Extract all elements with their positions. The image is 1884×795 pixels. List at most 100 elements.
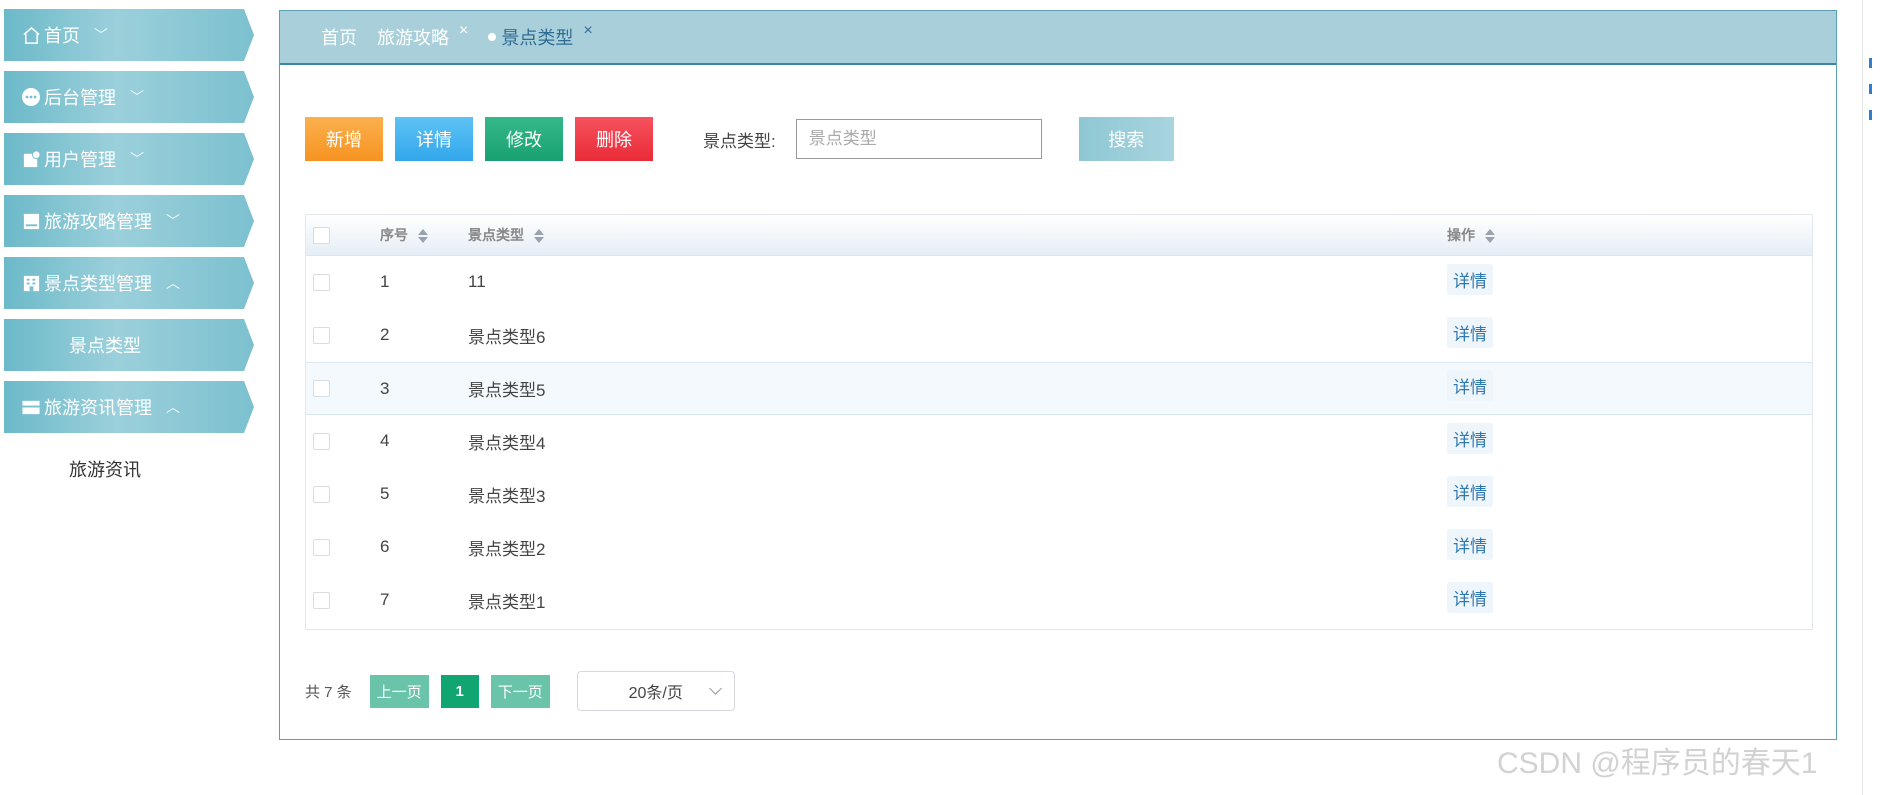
chevron-down-icon <box>708 682 722 695</box>
edge-mark-icon <box>1869 84 1877 94</box>
active-dot-icon <box>488 33 497 41</box>
cell-type: 景点类型3 <box>468 486 546 506</box>
tab-label: 旅游攻略 <box>377 28 449 48</box>
column-header-index[interactable]: 序号 <box>380 225 468 245</box>
sidebar-subitem-travel-news[interactable]: 旅游资讯 <box>4 443 254 495</box>
monitor-icon <box>20 210 42 232</box>
right-edge-panel <box>1862 0 1884 795</box>
column-header-action[interactable]: 操作 <box>1447 225 1812 245</box>
table-row[interactable]: 7 景点类型1 详情 <box>306 574 1812 627</box>
row-detail-button[interactable]: 详情 <box>1447 422 1493 454</box>
table-row[interactable]: 1 11 详情 <box>306 256 1812 309</box>
tab-label: 首页 <box>321 28 357 48</box>
table-row[interactable]: 3 景点类型5 详情 <box>306 362 1812 415</box>
tab-scenic-type[interactable]: 景点类型 × <box>488 22 593 50</box>
row-checkbox[interactable] <box>313 538 330 556</box>
row-detail-button[interactable]: 详情 <box>1447 581 1493 613</box>
sidebar-item-users[interactable]: 用户管理 ﹀ <box>4 133 254 185</box>
sidebar-item-admin[interactable]: 后台管理 ﹀ <box>4 71 254 123</box>
main-panel: 首页 旅游攻略 × 景点类型 × 新增 详情 修改 删除 景点类型: 搜索 序号… <box>279 10 1837 740</box>
select-all-checkbox[interactable] <box>313 226 330 244</box>
sidebar-item-label: 旅游资讯管理 <box>44 398 152 418</box>
row-checkbox[interactable] <box>313 326 330 344</box>
row-checkbox[interactable] <box>313 432 330 450</box>
sort-icon[interactable] <box>533 229 544 244</box>
chevron-up-icon: ︿ <box>166 399 180 415</box>
cell-type: 景点类型2 <box>468 539 546 559</box>
table-header: 序号 景点类型 操作 <box>306 215 1812 256</box>
tab-travel-guide[interactable]: 旅游攻略 × <box>377 22 468 50</box>
data-table: 序号 景点类型 操作 1 11 详情 2 景点类型6 详情 3 景点类型5 详情… <box>305 214 1813 630</box>
edge-mark-icon <box>1869 110 1877 120</box>
cell-type: 11 <box>468 272 486 291</box>
table-row[interactable]: 4 景点类型4 详情 <box>306 415 1812 468</box>
delete-button[interactable]: 删除 <box>575 117 653 161</box>
search-button[interactable]: 搜索 <box>1078 117 1174 161</box>
building-icon <box>20 272 42 294</box>
column-header-type[interactable]: 景点类型 <box>468 225 1447 245</box>
cell-type: 景点类型6 <box>468 327 546 347</box>
table-row[interactable]: 5 景点类型3 详情 <box>306 468 1812 521</box>
cell-index: 5 <box>380 484 390 503</box>
row-detail-button[interactable]: 详情 <box>1447 528 1493 560</box>
cell-index: 1 <box>380 272 390 291</box>
chevron-up-icon: ︿ <box>166 275 180 291</box>
chevron-down-icon: ﹀ <box>166 213 180 229</box>
cell-index: 2 <box>380 325 390 344</box>
row-detail-button[interactable]: 详情 <box>1447 370 1493 401</box>
more-icon <box>20 86 42 108</box>
home-icon <box>20 24 42 46</box>
tab-bar: 首页 旅游攻略 × 景点类型 × <box>280 11 1836 65</box>
row-checkbox[interactable] <box>313 591 330 609</box>
search-input[interactable] <box>795 119 1042 159</box>
close-icon[interactable]: × <box>459 22 468 40</box>
cell-index: 7 <box>380 590 390 609</box>
close-icon[interactable]: × <box>583 22 592 40</box>
edge-mark-icon <box>1869 58 1877 68</box>
next-page-button[interactable]: 下一页 <box>490 674 550 708</box>
user-doc-icon <box>20 148 42 170</box>
row-detail-button[interactable]: 详情 <box>1447 263 1493 295</box>
sidebar-item-label: 首页 <box>44 26 80 46</box>
row-detail-button[interactable]: 详情 <box>1447 316 1493 348</box>
chevron-down-icon: ﹀ <box>94 27 108 43</box>
detail-button[interactable]: 详情 <box>395 117 473 161</box>
pagination: 共 7 条 上一页 1 下一页 20条/页 <box>305 671 735 711</box>
tab-home[interactable]: 首页 <box>321 24 357 50</box>
row-checkbox[interactable] <box>313 273 330 291</box>
sidebar-item-label: 旅游攻略管理 <box>44 212 152 232</box>
sidebar-item-scenic-type[interactable]: 景点类型管理 ︿ <box>4 257 254 309</box>
table-row[interactable]: 2 景点类型6 详情 <box>306 309 1812 362</box>
sidebar-item-label: 后台管理 <box>44 88 116 108</box>
cell-index: 4 <box>380 431 390 450</box>
page-size-value: 20条/页 <box>628 685 683 702</box>
sort-icon[interactable] <box>417 229 428 244</box>
cell-type: 景点类型1 <box>468 592 546 612</box>
current-page-button[interactable]: 1 <box>440 674 479 708</box>
chevron-down-icon: ﹀ <box>130 89 144 105</box>
cell-type: 景点类型5 <box>468 381 546 400</box>
tab-label: 景点类型 <box>501 28 574 48</box>
toolbar: 新增 详情 修改 删除 景点类型: 搜索 <box>305 117 1174 161</box>
page-size-select[interactable]: 20条/页 <box>576 671 735 711</box>
sidebar-item-label: 景点类型管理 <box>44 274 152 294</box>
card-icon <box>20 396 42 418</box>
sidebar: 首页 ﹀ 后台管理 ﹀ 用户管理 ﹀ 旅游攻略管理 ﹀ 景点类型管理 ︿ 景点类… <box>4 9 254 505</box>
chevron-down-icon: ﹀ <box>130 151 144 167</box>
sidebar-item-travel-guide[interactable]: 旅游攻略管理 ﹀ <box>4 195 254 247</box>
sidebar-item-travel-news[interactable]: 旅游资讯管理 ︿ <box>4 381 254 433</box>
sidebar-item-home[interactable]: 首页 ﹀ <box>4 9 254 61</box>
row-detail-button[interactable]: 详情 <box>1447 475 1493 507</box>
cell-type: 景点类型4 <box>468 433 546 453</box>
row-checkbox[interactable] <box>313 380 330 397</box>
sidebar-subitem-scenic-type[interactable]: 景点类型 <box>4 319 254 371</box>
sort-icon[interactable] <box>1484 229 1495 244</box>
row-checkbox[interactable] <box>313 485 330 503</box>
cell-index: 6 <box>380 537 390 556</box>
sidebar-item-label: 用户管理 <box>44 150 116 170</box>
add-button[interactable]: 新增 <box>305 117 383 161</box>
table-row[interactable]: 6 景点类型2 详情 <box>306 521 1812 574</box>
edit-button[interactable]: 修改 <box>485 117 563 161</box>
prev-page-button[interactable]: 上一页 <box>369 674 429 708</box>
search-label: 景点类型: <box>703 131 776 151</box>
